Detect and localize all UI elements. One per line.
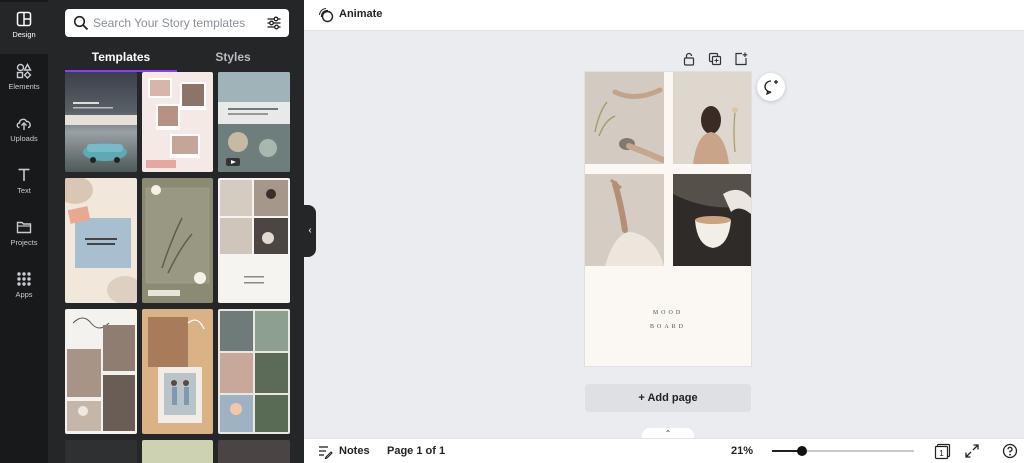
rail-label-apps: Apps: [15, 290, 33, 299]
template-thumbnail[interactable]: [142, 440, 213, 463]
help-icon[interactable]: [1002, 443, 1018, 459]
zoom-slider[interactable]: [772, 446, 914, 456]
mood-board-title: MOOD BOARD: [585, 306, 751, 334]
template-thumbnail[interactable]: [218, 72, 290, 172]
notes-label: Notes: [339, 445, 370, 457]
photo-raised-arm[interactable]: [585, 174, 664, 266]
template-thumbnail[interactable]: [65, 72, 137, 172]
page-indicator: Page 1 of 1: [387, 445, 446, 457]
search-icon: [73, 15, 89, 31]
mood-line-1: MOOD: [652, 310, 684, 316]
template-thumbnail[interactable]: [65, 309, 137, 434]
add-page-icon[interactable]: [734, 52, 748, 66]
rail-item-apps[interactable]: Apps: [0, 262, 48, 314]
animate-label: Animate: [339, 8, 383, 20]
bottom-bar: Notes Page 1 of 1 21% 1: [304, 438, 1024, 463]
rail-item-uploads[interactable]: Uploads: [0, 106, 48, 158]
rail-label-elements: Elements: [8, 82, 40, 91]
template-thumbnail[interactable]: [218, 309, 290, 434]
mood-line-2: BOARD: [649, 324, 686, 330]
template-thumbnail[interactable]: [65, 178, 137, 303]
template-thumbnail[interactable]: [218, 178, 290, 303]
top-bar: Animate: [304, 0, 1024, 31]
rail-item-projects[interactable]: Projects: [0, 210, 48, 262]
template-thumbnail[interactable]: [142, 72, 213, 172]
page-count-badge: 1: [939, 449, 944, 458]
notes-icon: [319, 446, 333, 459]
templates-panel: Templates Styles: [48, 0, 304, 463]
search-input[interactable]: [93, 13, 259, 33]
apps-grid-icon: [17, 272, 31, 286]
pages-grid-icon[interactable]: 1: [934, 443, 951, 460]
comment-add-icon: [764, 80, 778, 95]
collapse-panel-handle[interactable]: ‹: [304, 205, 316, 257]
lock-icon[interactable]: [682, 52, 696, 66]
template-thumbnail[interactable]: [218, 440, 290, 463]
zoom-level[interactable]: 21%: [731, 445, 753, 457]
template-thumbnail[interactable]: [142, 309, 213, 434]
chevron-left-icon: ‹: [308, 225, 312, 236]
rail-item-text[interactable]: Text: [0, 158, 48, 210]
layout-icon: [16, 11, 32, 27]
design-page[interactable]: MOOD BOARD: [585, 72, 751, 366]
tab-styles[interactable]: Styles: [177, 46, 289, 72]
rail-label-uploads: Uploads: [10, 134, 38, 143]
cloud-upload-icon: [16, 118, 31, 130]
photo-hand-flower[interactable]: [585, 72, 664, 164]
photo-cup[interactable]: [673, 174, 751, 266]
filter-icon[interactable]: [266, 15, 282, 31]
zoom-slider-handle[interactable]: [797, 446, 807, 456]
template-thumbnail[interactable]: [65, 440, 137, 463]
search-box[interactable]: [65, 9, 289, 37]
rail-label-projects: Projects: [10, 238, 38, 247]
add-comment-button[interactable]: [757, 73, 785, 101]
panel-tabs: Templates Styles: [65, 46, 289, 72]
photo-woman-back[interactable]: [673, 72, 751, 164]
chevron-up-icon: ⌃: [664, 429, 672, 438]
duplicate-page-icon[interactable]: [708, 52, 722, 66]
text-icon: [18, 168, 30, 181]
rail-item-design[interactable]: Design: [0, 2, 48, 54]
rail-label-design: Design: [12, 30, 36, 39]
animate-icon: [319, 8, 334, 23]
tab-templates[interactable]: Templates: [65, 46, 177, 72]
add-page-button[interactable]: + Add page: [585, 384, 751, 412]
shapes-icon: [16, 63, 32, 79]
rail-item-elements[interactable]: Elements: [0, 54, 48, 106]
fullscreen-icon[interactable]: [964, 443, 980, 459]
rail-label-text: Text: [17, 186, 31, 195]
template-thumbnail[interactable]: [142, 178, 213, 303]
folder-icon: [16, 221, 32, 234]
sidebar-rail: Design Elements Uploads Text Projects Ap…: [0, 0, 48, 463]
